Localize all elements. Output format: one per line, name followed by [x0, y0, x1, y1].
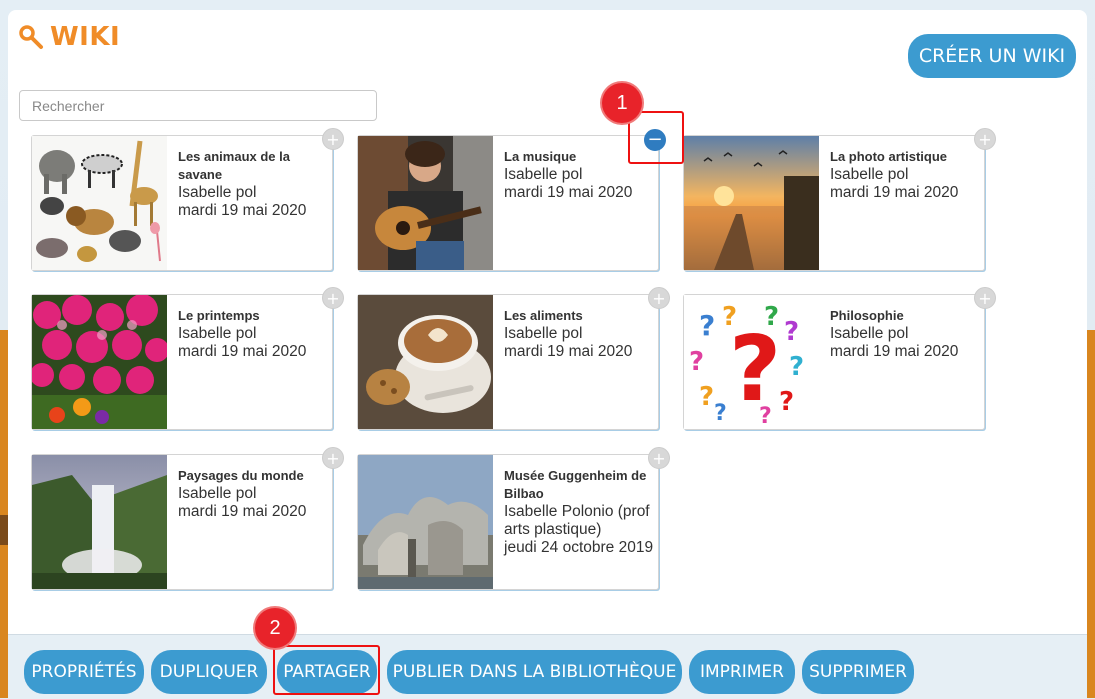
wiki-thumbnail-guggenheim	[358, 455, 493, 589]
wiki-card-date: jeudi 24 octobre 2019	[504, 539, 654, 556]
wiki-card[interactable]: La photo artistique Isabelle pol mardi 1…	[683, 128, 996, 271]
svg-text:?: ?	[759, 404, 772, 429]
wiki-card-info: La photo artistique Isabelle pol mardi 1…	[830, 148, 980, 202]
svg-text:?: ?	[779, 387, 794, 417]
wiki-card-title: Le printemps	[178, 308, 260, 323]
wiki-card-title: Musée Guggenheim de Bilbao	[504, 468, 647, 501]
svg-text:?: ?	[699, 309, 715, 342]
svg-text:?: ?	[722, 302, 737, 332]
wiki-thumbnail-artistic-photo	[684, 136, 819, 270]
svg-text:?: ?	[764, 302, 779, 332]
wiki-thumbnail-food	[358, 295, 493, 429]
wiki-thumbnail-world-landscapes	[32, 455, 167, 589]
wiki-card-author: Isabelle pol	[178, 184, 257, 201]
wiki-card-author: Isabelle Polonio (prof arts plastique)	[504, 503, 650, 538]
wiki-card-author: Isabelle pol	[178, 325, 257, 342]
search-icon	[18, 24, 44, 50]
delete-button[interactable]: SUPPRIMER	[802, 650, 914, 694]
wiki-card-date: mardi 19 mai 2020	[504, 343, 633, 360]
wiki-card[interactable]: Le printemps Isabelle pol mardi 19 mai 2…	[31, 287, 344, 430]
wiki-card-date: mardi 19 mai 2020	[504, 184, 633, 201]
wiki-card-author: Isabelle pol	[504, 166, 583, 183]
wiki-card-info: Paysages du monde Isabelle pol mardi 19 …	[178, 467, 328, 521]
wiki-card-author: Isabelle pol	[830, 325, 909, 342]
wiki-card-title: La photo artistique	[830, 149, 947, 164]
select-card-button[interactable]: +	[974, 287, 996, 309]
wiki-card-title: Les aliments	[504, 308, 583, 323]
wiki-card[interactable]: Paysages du monde Isabelle pol mardi 19 …	[31, 447, 344, 590]
wiki-card-author: Isabelle pol	[504, 325, 583, 342]
wiki-card-title: Paysages du monde	[178, 468, 304, 483]
wiki-card-author: Isabelle pol	[830, 166, 909, 183]
wiki-thumbnail-music	[358, 136, 493, 270]
step-marker-2: 2	[255, 608, 295, 648]
wiki-card-info: Les aliments Isabelle pol mardi 19 mai 2…	[504, 307, 654, 361]
select-card-button[interactable]: +	[648, 447, 670, 469]
wiki-card[interactable]: La musique Isabelle pol mardi 19 mai 202…	[357, 129, 666, 271]
select-card-button[interactable]: +	[322, 287, 344, 309]
wiki-card-date: mardi 19 mai 2020	[178, 202, 307, 219]
wiki-card-date: mardi 19 mai 2020	[178, 343, 307, 360]
wiki-card-info: Philosophie Isabelle pol mardi 19 mai 20…	[830, 307, 980, 361]
wiki-card-info: Les animaux de la savane Isabelle pol ma…	[178, 148, 328, 220]
print-button[interactable]: IMPRIMER	[689, 650, 795, 694]
svg-text:?: ?	[714, 401, 727, 426]
wiki-card-title: Les animaux de la savane	[178, 149, 290, 182]
publish-to-library-button[interactable]: PUBLIER DANS LA BIBLIOTHÈQUE	[387, 650, 682, 694]
step-marker-1: 1	[602, 83, 642, 123]
select-card-button[interactable]: +	[974, 128, 996, 150]
svg-text:?: ?	[729, 317, 781, 422]
wiki-thumbnail-spring	[32, 295, 167, 429]
highlight-box-share	[273, 645, 380, 695]
select-card-button[interactable]: +	[322, 447, 344, 469]
wiki-card-author: Isabelle pol	[178, 485, 257, 502]
wiki-card-info: Le printemps Isabelle pol mardi 19 mai 2…	[178, 307, 328, 361]
wiki-card-title: Philosophie	[830, 308, 904, 323]
wiki-card[interactable]: Les aliments Isabelle pol mardi 19 mai 2…	[357, 287, 670, 430]
wiki-card[interactable]: Musée Guggenheim de Bilbao Isabelle Polo…	[357, 447, 670, 590]
page-title-text: WIKI	[50, 22, 121, 52]
search-input[interactable]	[19, 90, 377, 121]
wiki-card[interactable]: Les animaux de la savane Isabelle pol ma…	[31, 128, 344, 271]
wiki-thumbnail-savanna-animals	[32, 136, 167, 270]
wiki-card-date: mardi 19 mai 2020	[830, 184, 959, 201]
wiki-card[interactable]: ? ? ? ? ? ? ? ? ? ? ? Philosophie Isabel…	[683, 287, 996, 430]
svg-text:?: ?	[699, 382, 714, 412]
properties-button[interactable]: PROPRIÉTÉS	[24, 650, 144, 694]
svg-text:?: ?	[784, 317, 799, 347]
duplicate-button[interactable]: DUPLIQUER	[151, 650, 267, 694]
svg-text:?: ?	[789, 352, 804, 382]
wiki-card-info: Musée Guggenheim de Bilbao Isabelle Polo…	[504, 467, 654, 557]
create-wiki-button[interactable]: CRÉER UN WIKI	[908, 34, 1076, 78]
svg-text:?: ?	[689, 347, 704, 377]
wiki-thumbnail-philosophy: ? ? ? ? ? ? ? ? ? ? ?	[684, 295, 819, 429]
highlight-box-select	[628, 111, 684, 164]
wiki-card-date: mardi 19 mai 2020	[830, 343, 959, 360]
select-card-button[interactable]: +	[322, 128, 344, 150]
page-title: WIKI	[18, 22, 120, 52]
wiki-card-date: mardi 19 mai 2020	[178, 503, 307, 520]
select-card-button[interactable]: +	[648, 287, 670, 309]
